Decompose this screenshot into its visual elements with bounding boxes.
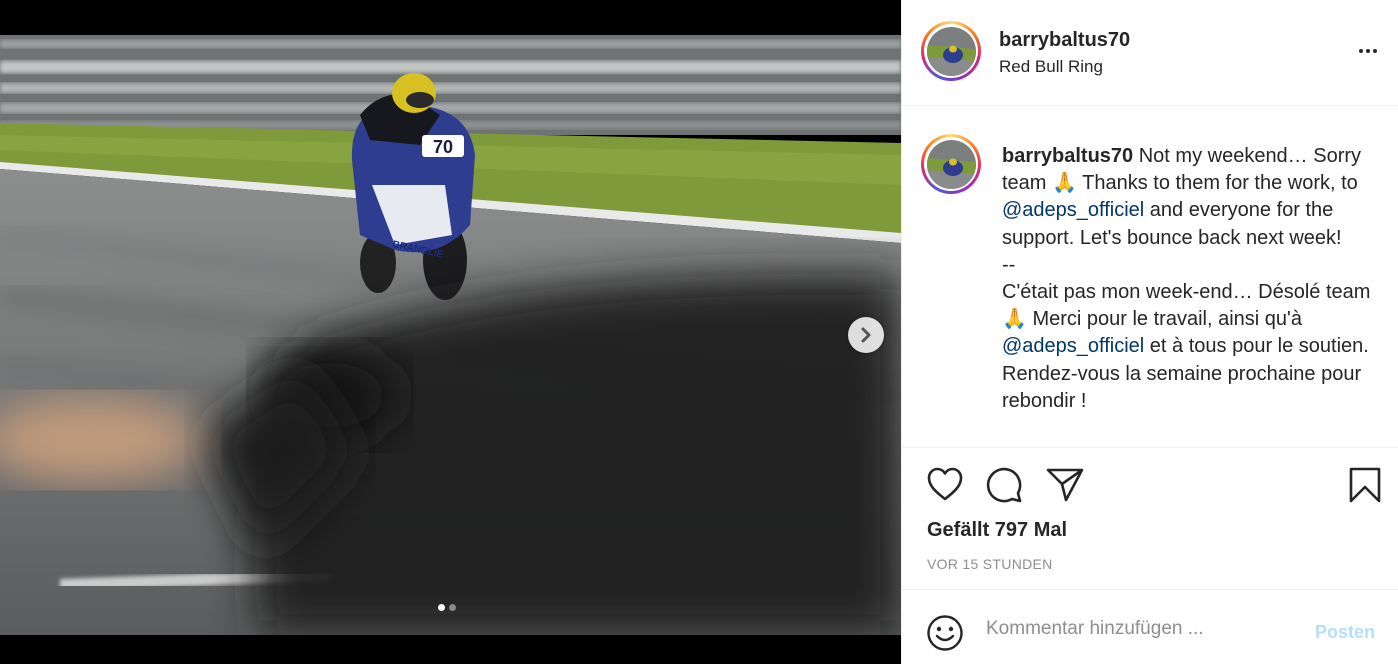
save-button[interactable] xyxy=(1348,466,1382,509)
share-button[interactable] xyxy=(1045,466,1085,509)
comment-icon xyxy=(986,467,1022,503)
carousel-dot-active xyxy=(438,604,445,611)
carousel-next-button[interactable] xyxy=(848,317,884,353)
more-dot xyxy=(1359,49,1363,53)
carousel-dot xyxy=(449,604,456,611)
racing-photo: 70 BRANDLIE xyxy=(0,35,901,635)
like-button[interactable] xyxy=(926,466,964,507)
header-username[interactable]: barrybaltus70 xyxy=(999,29,1130,52)
chevron-right-icon xyxy=(861,327,871,343)
post-comment-button[interactable]: Posten xyxy=(1315,622,1375,643)
caption-segment: Merci pour le travail, ainsi qu'à xyxy=(1026,308,1302,331)
caption-username[interactable]: barrybaltus70 xyxy=(1002,145,1133,167)
share-icon xyxy=(1046,468,1084,502)
bike-number: 70 xyxy=(433,137,453,157)
more-dot xyxy=(1373,49,1377,53)
avatar-image xyxy=(926,139,976,189)
carousel-dots xyxy=(438,604,456,611)
caption-separator: -- xyxy=(1002,253,1016,276)
caption-avatar[interactable] xyxy=(921,134,981,194)
mention-link[interactable]: @adeps_officiel xyxy=(1002,335,1144,357)
caption-text: barrybaltus70 Not my weekend… Sorry team… xyxy=(1002,143,1372,415)
caption-segment: C'était pas mon week-end… Désolé team xyxy=(1002,281,1371,304)
smiley-icon xyxy=(927,615,963,651)
avatar[interactable] xyxy=(921,21,981,81)
emoji-button[interactable] xyxy=(926,614,964,657)
comment-bar: Posten xyxy=(902,589,1398,664)
post-side-panel: barrybaltus70 Red Bull Ring barrybaltus7… xyxy=(901,0,1398,664)
post-header: barrybaltus70 Red Bull Ring xyxy=(902,0,1398,106)
comment-input[interactable] xyxy=(986,616,1286,642)
more-options-button[interactable] xyxy=(1355,40,1381,62)
header-location[interactable]: Red Bull Ring xyxy=(999,57,1103,77)
caption-area: barrybaltus70 Not my weekend… Sorry team… xyxy=(902,107,1398,447)
pray-emoji: 🙏 xyxy=(1052,172,1077,195)
more-dot xyxy=(1366,49,1370,53)
avatar-image xyxy=(926,26,976,76)
caption-segment: Thanks to them for the work, to xyxy=(1076,172,1358,195)
pray-emoji: 🙏 xyxy=(1002,308,1027,331)
post-media: 70 BRANDLIE xyxy=(0,0,901,664)
heart-icon xyxy=(927,467,963,501)
mention-link[interactable]: @adeps_officiel xyxy=(1002,199,1144,221)
comment-button[interactable] xyxy=(985,466,1023,509)
post-timestamp[interactable]: VOR 15 STUNDEN xyxy=(927,556,1053,572)
post-actions: Gefällt 797 Mal VOR 15 STUNDEN xyxy=(902,447,1398,589)
likes-count[interactable]: Gefällt 797 Mal xyxy=(927,519,1067,542)
post-photo[interactable]: 70 BRANDLIE xyxy=(0,35,901,635)
bookmark-icon xyxy=(1349,467,1381,503)
